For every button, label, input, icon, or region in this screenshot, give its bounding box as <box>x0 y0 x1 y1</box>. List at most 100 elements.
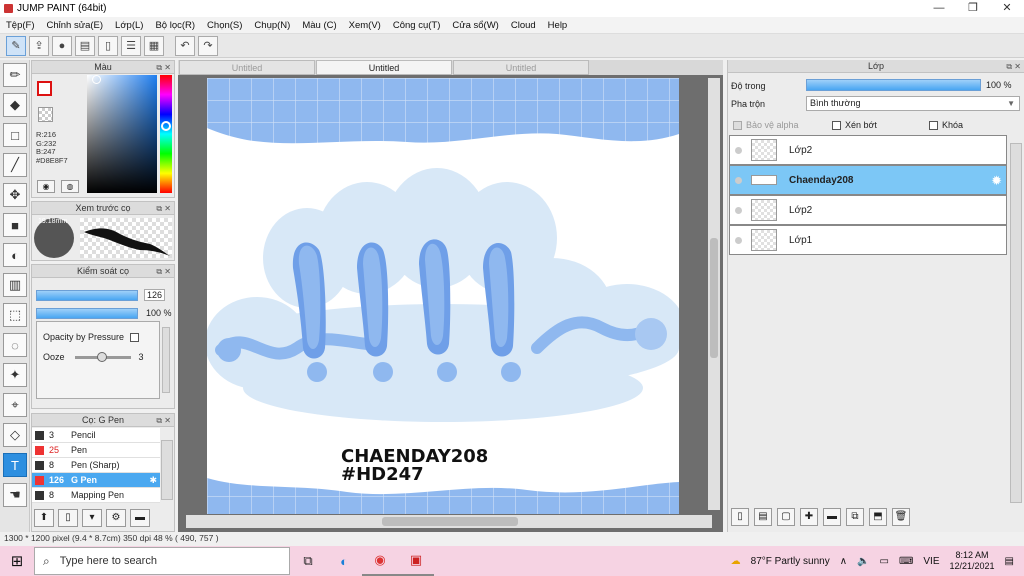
menu-filter[interactable]: Bộ lọc(R) <box>149 20 201 31</box>
text-tool-icon[interactable]: T <box>3 453 27 477</box>
layer-visibility-icon[interactable] <box>735 146 742 154</box>
color-mix-icon[interactable]: ◍ <box>61 180 79 193</box>
hand-tool-icon[interactable]: ☚ <box>3 483 27 507</box>
brush-list-item[interactable]: 8 Pen (Sharp) <box>32 458 160 473</box>
lock-checkbox[interactable] <box>929 120 938 130</box>
hue-slider-cursor[interactable] <box>161 121 171 131</box>
clipping-checkbox[interactable] <box>832 120 841 130</box>
redo-icon[interactable]: ↷ <box>198 35 218 56</box>
layer-list-scrollbar[interactable] <box>1010 143 1022 503</box>
lasso-tool-icon[interactable]: ◌ <box>3 333 27 357</box>
move-tool-icon[interactable]: ✥ <box>3 183 27 207</box>
brush-list-scrollbar[interactable] <box>161 440 173 500</box>
menu-edit[interactable]: Chỉnh sửa(E) <box>41 20 110 31</box>
document-tab-2[interactable]: Untitled <box>316 60 452 75</box>
task-view-icon[interactable]: ⧉ <box>290 546 326 576</box>
layer-visibility-icon[interactable] <box>735 236 742 244</box>
add-layer-menu-icon[interactable]: ✚ <box>800 508 818 526</box>
menu-cloud[interactable]: Cloud <box>505 20 542 31</box>
layer-row[interactable]: Lớp2 <box>729 195 1007 225</box>
layer-folder-icon[interactable]: ▬ <box>823 508 841 526</box>
weather-icon[interactable]: ☁ <box>731 556 741 567</box>
canvas-vscroll-thumb[interactable] <box>710 238 718 358</box>
brush-folder-icon[interactable]: ▬ <box>130 509 150 527</box>
medibang-paint-icon[interactable]: ▣ <box>398 546 434 576</box>
transparent-color-swatch[interactable] <box>38 107 53 122</box>
tray-chevron-up-icon[interactable]: ∧ <box>840 556 847 567</box>
document-tab-3[interactable]: Untitled <box>453 60 589 75</box>
brush-list-item[interactable]: 3 Pencil <box>32 428 160 443</box>
menu-tools[interactable]: Công cụ(T) <box>387 20 447 31</box>
message-icon[interactable]: ▤ <box>75 35 95 56</box>
palette-icon[interactable]: ◉ <box>37 180 55 193</box>
select-eraser-icon[interactable]: ◇ <box>3 423 27 447</box>
brush-list-item[interactable]: 25 Pen <box>32 443 160 458</box>
brush-settings-icon[interactable]: ⚙ <box>106 509 126 527</box>
rectangle-fill-icon[interactable]: ■ <box>3 213 27 237</box>
brush-icon[interactable]: ✎ <box>6 35 26 56</box>
layer-row[interactable]: Lớp1 <box>729 225 1007 255</box>
gear-icon[interactable]: ✱ <box>149 475 160 486</box>
copy-layer-icon[interactable]: ⧉ <box>846 508 864 526</box>
network-icon[interactable]: ▭ <box>879 556 888 567</box>
layer-row[interactable]: Chaenday208 ✹ <box>729 165 1007 195</box>
layer-settings-gear-icon[interactable]: ✹ <box>991 173 1002 189</box>
canvas-horizontal-scrollbar[interactable] <box>186 515 712 528</box>
brush-opacity-slider[interactable] <box>36 307 138 319</box>
panel-menu-icon[interactable]: ⧉ ✕ <box>156 202 171 215</box>
menu-capture[interactable]: Chụp(N) <box>248 20 296 31</box>
brush-control-scrollbar[interactable] <box>162 327 170 393</box>
brush-list-item[interactable]: 8 Mapping Pen <box>32 488 160 503</box>
blend-mode-select[interactable]: Bình thường ▼ <box>806 96 1020 111</box>
foreground-color-swatch[interactable] <box>37 81 52 96</box>
grid-icon[interactable]: ▦ <box>144 35 164 56</box>
delete-layer-icon[interactable]: 🗑 <box>892 508 910 526</box>
taskbar-search[interactable]: ⌕ Type here to search <box>34 547 290 575</box>
layer-opacity-slider[interactable] <box>806 79 981 91</box>
layer-visibility-icon[interactable] <box>735 206 742 214</box>
close-button[interactable]: ✕ <box>990 0 1024 17</box>
document-icon[interactable]: ▯ <box>98 35 118 56</box>
language-indicator[interactable]: VIE <box>923 556 939 567</box>
new-layer-icon[interactable]: ▯ <box>731 508 749 526</box>
panel-menu-icon[interactable]: ⧉ ✕ <box>156 265 171 278</box>
artwork-canvas[interactable]: CHAENDAY208 #HD247 <box>207 78 679 514</box>
line-tool-icon[interactable]: ╱ <box>3 153 27 177</box>
canvas-hscroll-thumb[interactable] <box>382 517 518 526</box>
undo-icon[interactable]: ↶ <box>175 35 195 56</box>
bucket-tool-icon[interactable]: ◐ <box>3 243 27 267</box>
merge-layer-icon[interactable]: ⬒ <box>869 508 887 526</box>
keyboard-icon[interactable]: ⌨ <box>899 556 913 567</box>
shape-tool-icon[interactable]: □ <box>3 123 27 147</box>
ooze-slider[interactable] <box>74 351 131 362</box>
speaker-icon[interactable]: 🔈 <box>857 556 869 567</box>
saturation-value-picker[interactable] <box>87 75 157 193</box>
sv-picker-cursor[interactable] <box>92 75 101 84</box>
menu-window[interactable]: Cửa sổ(W) <box>446 20 504 31</box>
gradient-tool-icon[interactable]: ▥ <box>3 273 27 297</box>
brush-size-slider[interactable] <box>36 289 138 301</box>
panel-menu-icon[interactable]: ⧉ ✕ <box>156 414 171 427</box>
taskbar-clock[interactable]: 8:12 AM 12/21/2021 <box>950 550 995 572</box>
menu-layer[interactable]: Lớp(L) <box>109 20 149 31</box>
canvas-vertical-scrollbar[interactable] <box>708 78 720 510</box>
layer-row[interactable]: Lớp2 <box>729 135 1007 165</box>
opacity-pressure-checkbox[interactable] <box>130 332 140 342</box>
edge-browser-icon[interactable]: ◐ <box>326 546 362 576</box>
panel-menu-icon[interactable]: ⧉ ✕ <box>156 61 171 74</box>
menu-help[interactable]: Help <box>542 20 574 31</box>
new-brush-icon[interactable]: ▯ <box>58 509 78 527</box>
pen-tool-icon[interactable]: ✏ <box>3 63 27 87</box>
menu-view[interactable]: Xem(V) <box>343 20 387 31</box>
chat-icon[interactable]: ● <box>52 35 72 56</box>
export-icon[interactable]: ⇪ <box>29 35 49 56</box>
brush-options-icon[interactable]: ▾ <box>82 509 102 527</box>
panel-menu-icon[interactable]: ⧉ ✕ <box>1006 60 1021 73</box>
menu-file[interactable]: Tệp(F) <box>0 20 41 31</box>
minimize-button[interactable]: — <box>922 0 956 17</box>
list-icon[interactable]: ☰ <box>121 35 141 56</box>
menu-color[interactable]: Màu (C) <box>296 20 342 31</box>
document-tab-1[interactable]: Untitled <box>179 60 315 75</box>
brush-size-value[interactable]: 126 <box>144 289 166 301</box>
eraser-tool-icon[interactable]: ◆ <box>3 93 27 117</box>
